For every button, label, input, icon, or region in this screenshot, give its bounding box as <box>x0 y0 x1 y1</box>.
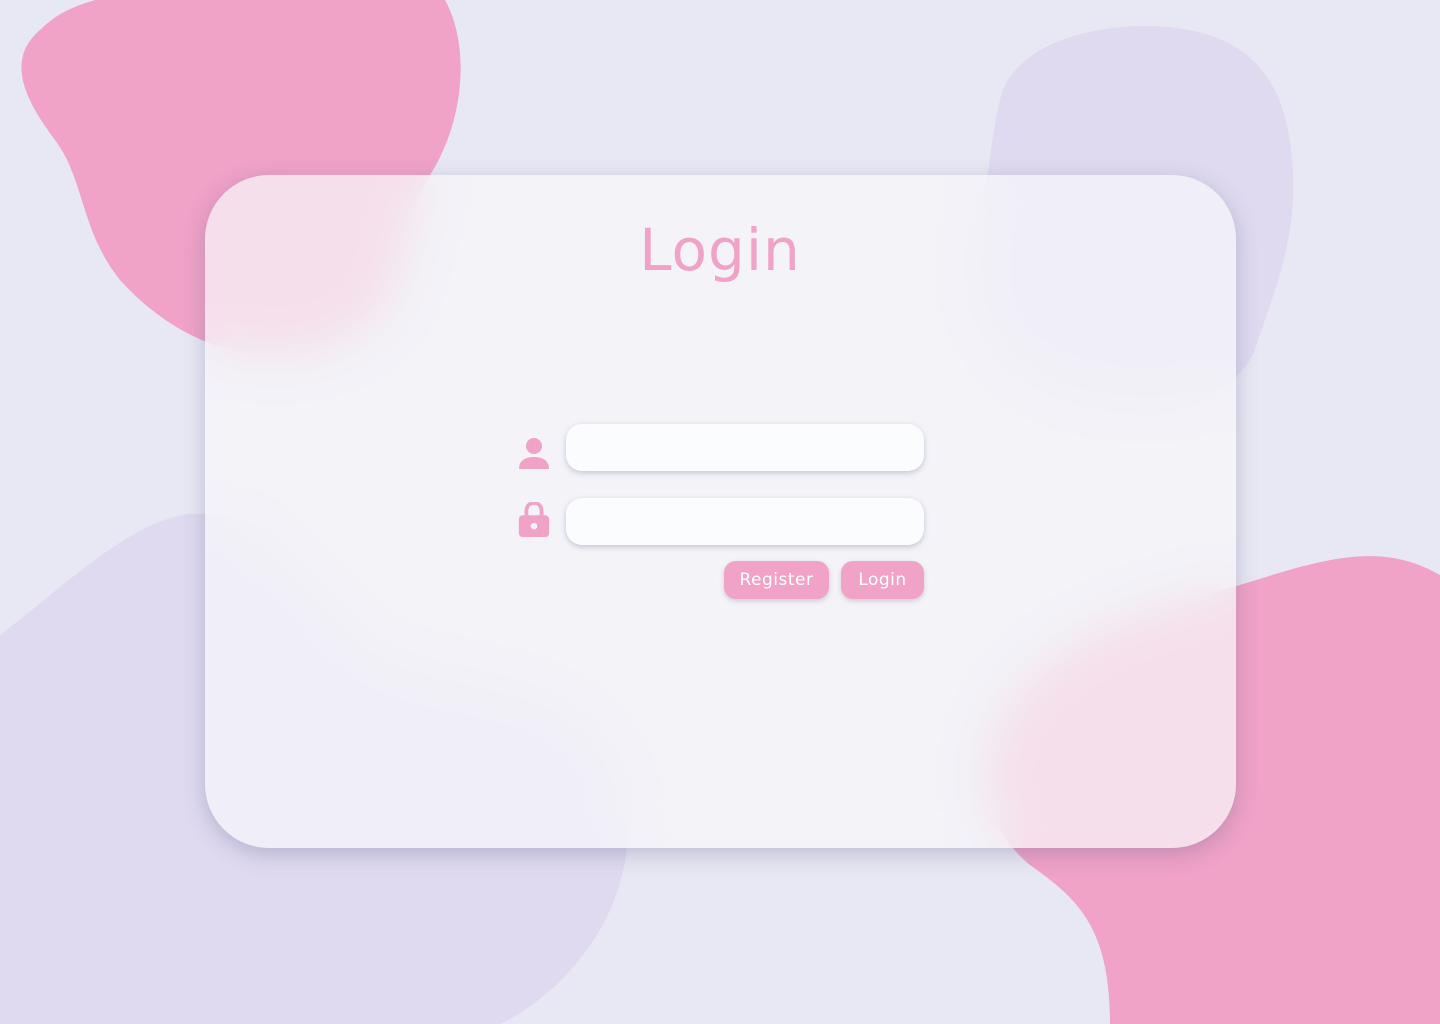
page-title: Login <box>639 216 801 284</box>
password-input[interactable] <box>566 498 924 545</box>
user-icon <box>519 438 549 469</box>
login-page: Login Register Login <box>0 0 1440 1024</box>
login-button[interactable]: Login <box>841 561 924 599</box>
lock-icon <box>518 502 550 538</box>
username-input[interactable] <box>566 424 924 471</box>
register-button[interactable]: Register <box>724 561 829 599</box>
